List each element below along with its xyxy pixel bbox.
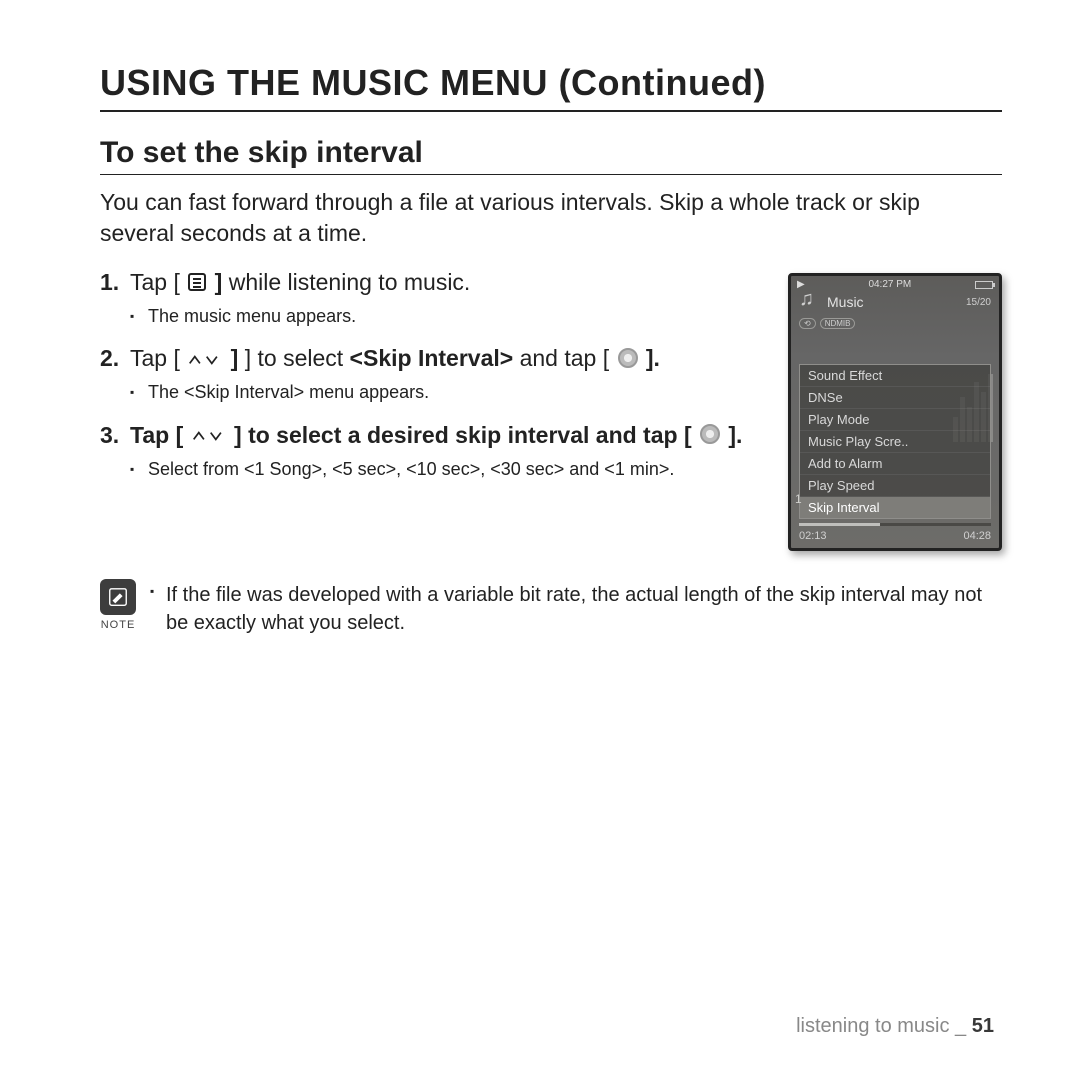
device-tag: NDMIB	[820, 318, 856, 329]
note-label: NOTE	[100, 619, 136, 631]
device-track-count: 15/20	[966, 297, 991, 308]
footer-chapter: listening to music	[796, 1015, 949, 1037]
device-time-elapsed: 02:13	[799, 530, 827, 542]
step-2-pre: Tap [	[130, 345, 180, 371]
page-title: USING THE MUSIC MENU (Continued)	[100, 62, 1002, 112]
footer-page-number: 51	[972, 1015, 994, 1037]
device-menu-item: DNSe	[800, 387, 990, 409]
step-2: Tap [ ] ] to select <Skip Interval> and …	[100, 343, 764, 405]
device-progress-bar	[799, 523, 991, 526]
step-2-post: ].	[646, 345, 660, 371]
step-1-sub: The music menu appears.	[130, 304, 764, 329]
step-3-pre: Tap [	[130, 422, 183, 448]
menu-icon	[188, 273, 206, 291]
device-header-label: Music	[827, 294, 864, 310]
ok-icon	[700, 424, 720, 444]
step-list: Tap [ ] while listening to music. The mu…	[100, 267, 764, 482]
device-menu-item: Play Speed	[800, 475, 990, 497]
device-menu-item: Skip Interval	[800, 497, 990, 518]
page-footer: listening to music _ 51	[796, 1015, 994, 1038]
section-title: To set the skip interval	[100, 136, 1002, 175]
step-3-post: ].	[728, 422, 742, 448]
step-1-post-bracket: ]	[215, 269, 223, 295]
step-2-mid1: ] to select	[245, 345, 350, 371]
note-badge: NOTE	[100, 579, 136, 631]
up-down-icon	[188, 352, 222, 368]
step-3-mid: ] to select a desired skip interval and …	[234, 422, 692, 448]
battery-icon	[975, 281, 993, 289]
device-menu: Sound EffectDNSePlay ModeMusic Play Scre…	[799, 364, 991, 519]
music-note-icon	[799, 292, 821, 312]
device-menu-item: Sound Effect	[800, 365, 990, 387]
step-2-sub: The <Skip Interval> menu appears.	[130, 380, 764, 405]
step-2-mid2: and tap [	[520, 345, 610, 371]
device-left-number: 1	[795, 492, 802, 506]
intro-paragraph: You can fast forward through a file at v…	[100, 187, 920, 249]
note-icon	[100, 579, 136, 615]
device-time: 04:27 PM	[868, 279, 911, 290]
device-menu-item: Add to Alarm	[800, 453, 990, 475]
step-1-post: while listening to music.	[229, 269, 471, 295]
step-1-pre: Tap [	[130, 269, 180, 295]
device-menu-item: Music Play Scre..	[800, 431, 990, 453]
repeat-icon: ⟲	[799, 318, 816, 329]
note-text: If the file was developed with a variabl…	[150, 579, 1002, 637]
device-time-total: 04:28	[963, 530, 991, 542]
ok-icon	[618, 348, 638, 368]
device-screenshot: ▶ 04:27 PM Music 15/20 ⟲ NDMIB Sound Eff…	[788, 273, 1002, 551]
step-1: Tap [ ] while listening to music. The mu…	[100, 267, 764, 329]
step-3-sub: Select from <1 Song>, <5 sec>, <10 sec>,…	[130, 457, 764, 482]
step-3: Tap [ ] to select a desired skip interva…	[100, 420, 764, 482]
device-menu-item: Play Mode	[800, 409, 990, 431]
up-down-icon	[192, 428, 226, 444]
step-2-bold: <Skip Interval>	[350, 345, 514, 371]
